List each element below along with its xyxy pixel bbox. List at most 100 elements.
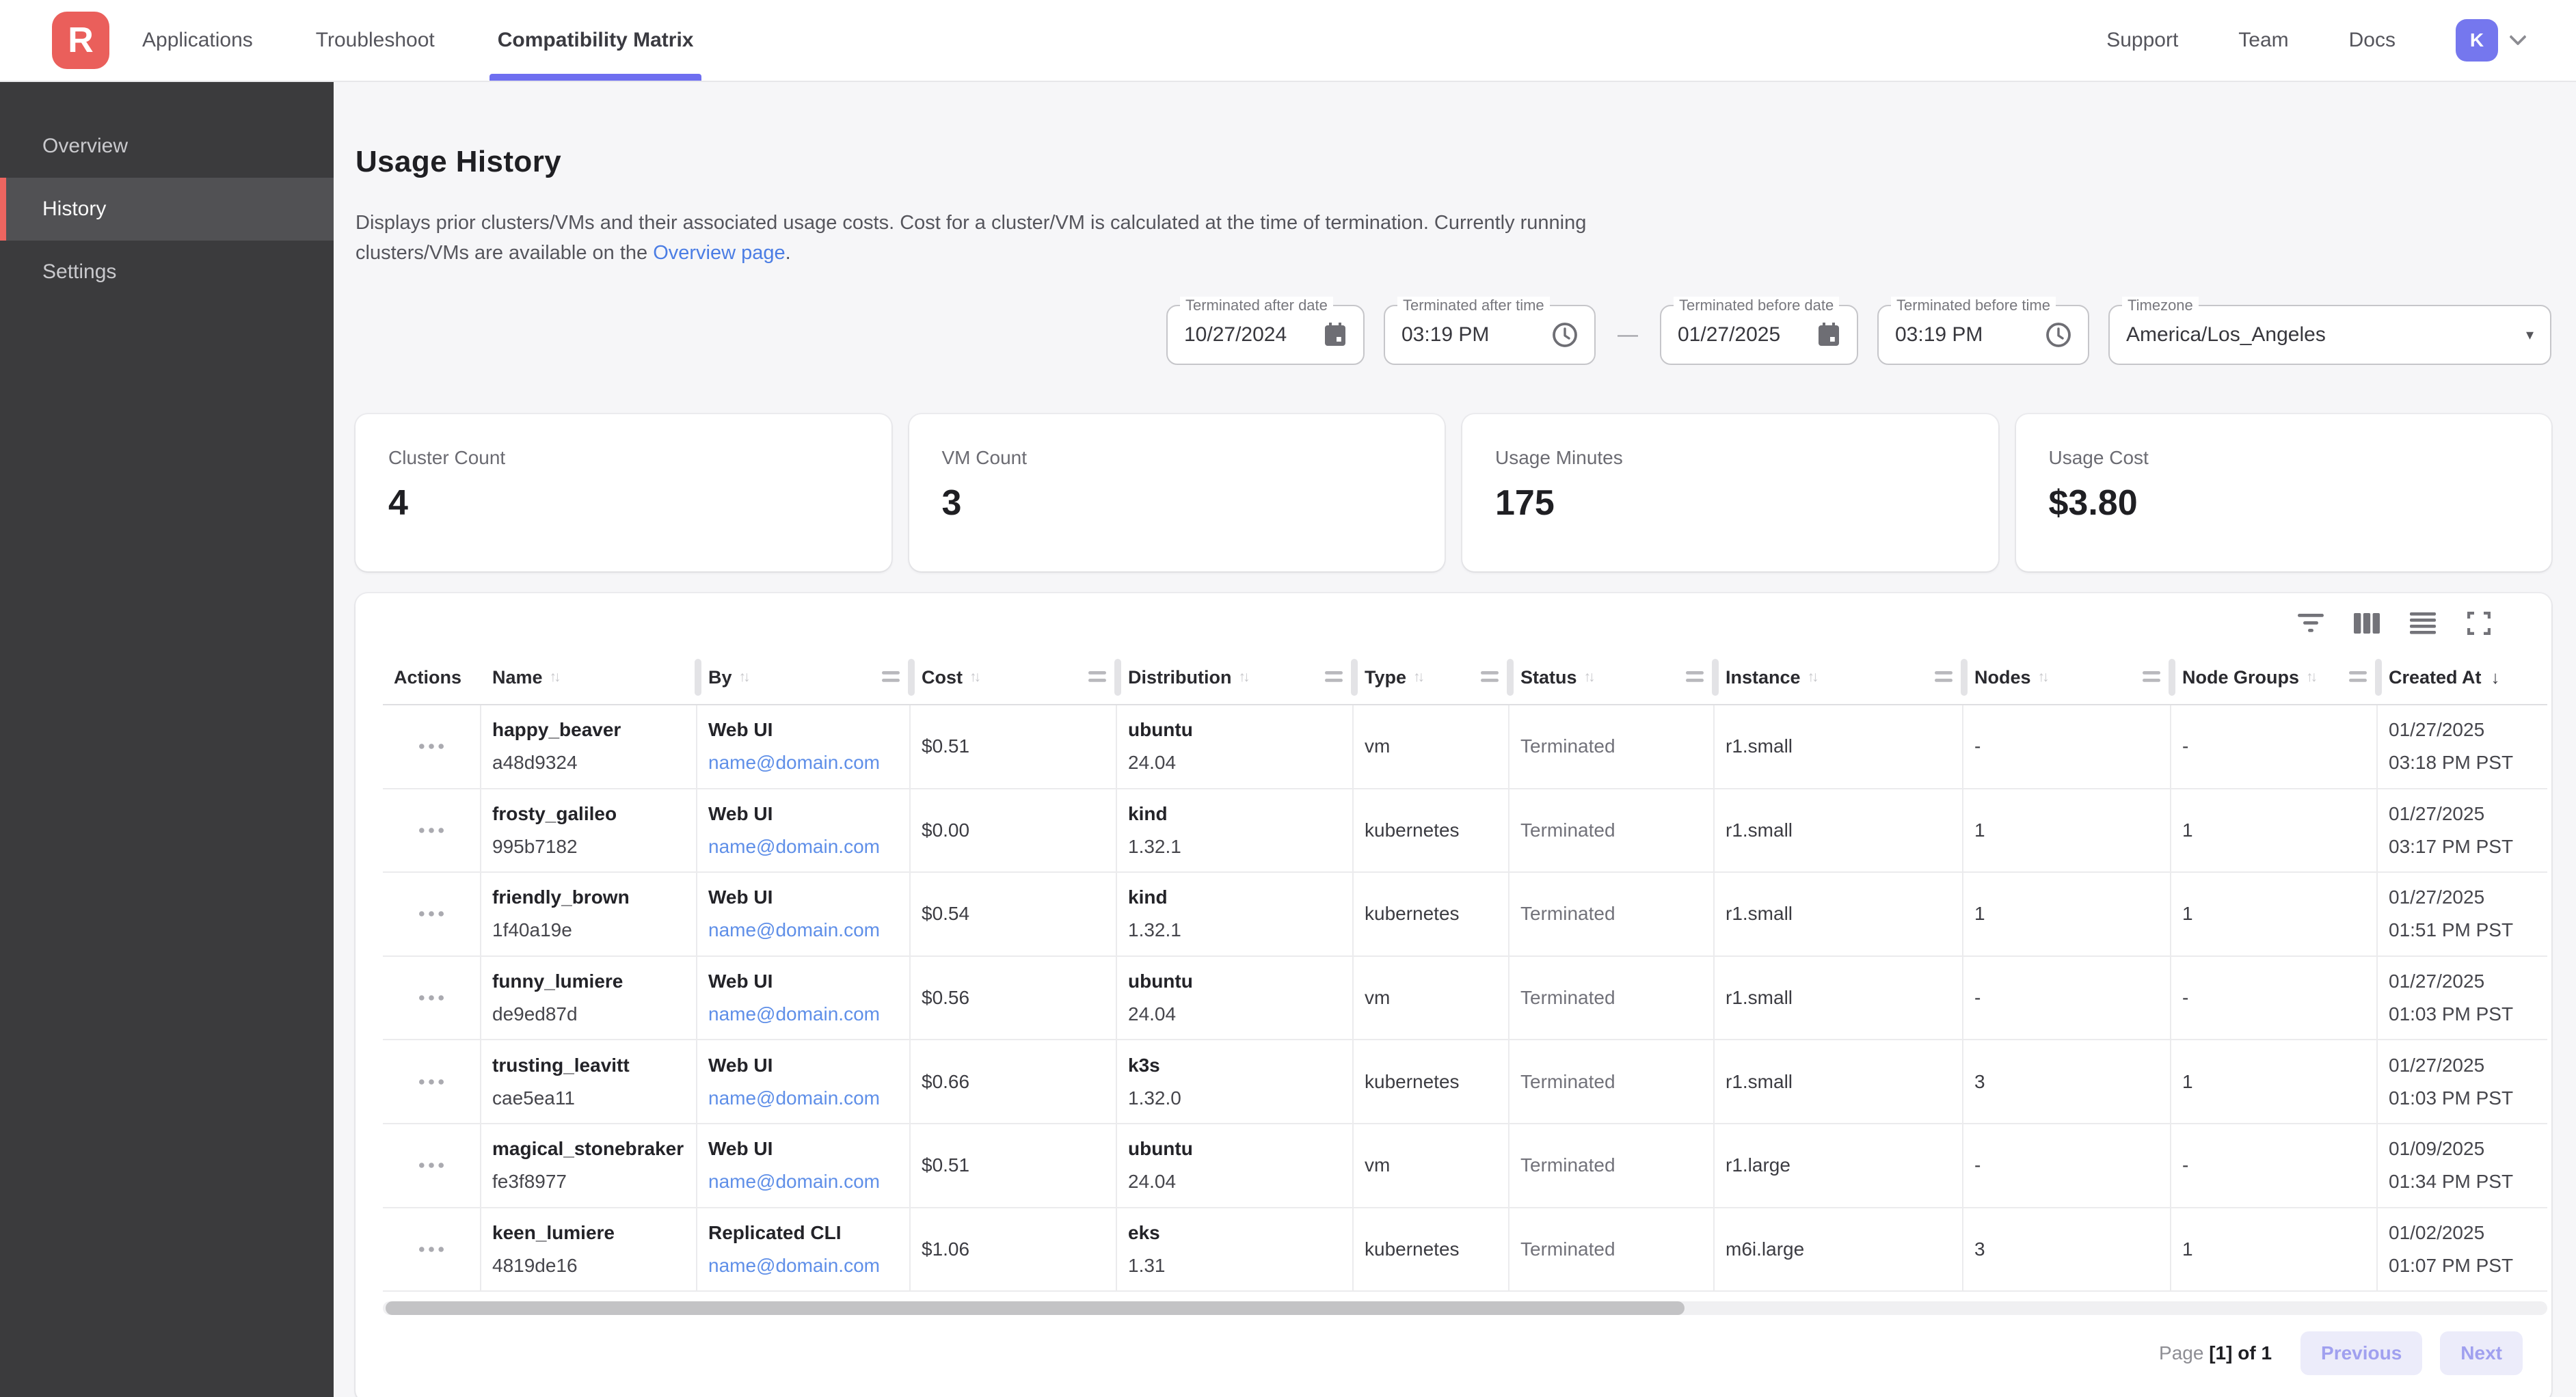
column-header-by[interactable]: By ↑↓ (697, 651, 911, 704)
created-date: 01/02/2025 (2389, 1222, 2547, 1244)
tab-applications[interactable]: Applications (142, 0, 253, 81)
cluster-name: trusting_leavitt (492, 1055, 696, 1076)
sort-icon[interactable]: ↑↓ (2038, 669, 2047, 686)
email-link[interactable]: name@domain.com (708, 752, 909, 774)
usage-table-card: Actions Name ↑↓ By ↑↓ Cost (355, 593, 2551, 1397)
column-header-node-groups[interactable]: Node Groups ↑↓ (2171, 651, 2378, 704)
next-page-button[interactable]: Next (2440, 1331, 2523, 1375)
email-link[interactable]: name@domain.com (708, 836, 909, 858)
type-cell: kubernetes (1354, 1208, 1510, 1291)
sort-icon[interactable]: ↑↓ (739, 669, 748, 686)
drag-handle-icon[interactable] (882, 671, 900, 683)
status-cell: Terminated (1510, 1124, 1715, 1207)
nav-link-support[interactable]: Support (2106, 29, 2178, 52)
row-actions-button[interactable] (413, 1156, 450, 1174)
email-link[interactable]: name@domain.com (708, 1087, 909, 1109)
nav-link-docs[interactable]: Docs (2349, 29, 2396, 52)
node-groups-cell: - (2171, 957, 2378, 1040)
timezone-select[interactable]: Timezone America/Los_Angeles ▾ (2108, 305, 2551, 365)
status-cell: Terminated (1510, 1208, 1715, 1291)
sort-icon[interactable]: ↑↓ (969, 669, 978, 686)
filter-icon[interactable] (2297, 610, 2324, 637)
nodes-cell: 1 (1963, 789, 2171, 872)
terminated-after-time-field[interactable]: Terminated after time 03:19 PM (1384, 305, 1596, 365)
calendar-icon[interactable] (1324, 323, 1347, 347)
sidebar-item-settings[interactable]: Settings (0, 241, 334, 303)
sort-icon[interactable]: ↑↓ (2306, 669, 2315, 686)
field-value: America/Los_Angeles (2126, 323, 2326, 347)
distribution-cell: eks 1.31 (1117, 1208, 1354, 1291)
horizontal-scrollbar[interactable] (383, 1301, 2547, 1315)
clock-icon[interactable] (2045, 322, 2071, 348)
sort-icon[interactable]: ↑↓ (550, 669, 559, 686)
terminated-after-date-field[interactable]: Terminated after date 10/27/2024 (1166, 305, 1365, 365)
drag-handle-icon[interactable] (1325, 671, 1343, 683)
row-actions-button[interactable] (413, 905, 450, 923)
brand[interactable]: R (52, 0, 109, 81)
row-actions-button[interactable] (413, 1240, 450, 1258)
column-header-nodes[interactable]: Nodes ↑↓ (1963, 651, 2171, 704)
table-row: magical_stonebraker fe3f8977 Web UI name… (383, 1124, 2547, 1208)
range-separator: — (1615, 323, 1641, 347)
created-at-cell: 01/27/2025 01:03 PM PST (2378, 1040, 2547, 1123)
column-header-instance[interactable]: Instance ↑↓ (1715, 651, 1963, 704)
cost-cell: $0.56 (911, 957, 1117, 1040)
type-cell: vm (1354, 705, 1510, 788)
type-cell: kubernetes (1354, 873, 1510, 955)
drag-handle-icon[interactable] (1088, 671, 1106, 683)
page-title: Usage History (355, 145, 2551, 179)
sidebar-item-history[interactable]: History (0, 178, 334, 241)
distribution-version: 24.04 (1128, 752, 1352, 774)
tab-compatibility-matrix[interactable]: Compatibility Matrix (498, 0, 694, 81)
column-header-distribution[interactable]: Distribution ↑↓ (1117, 651, 1354, 704)
overview-page-link[interactable]: Overview page (653, 242, 785, 264)
row-actions-button[interactable] (413, 1073, 450, 1091)
type-cell: vm (1354, 1124, 1510, 1207)
drag-handle-icon[interactable] (2349, 671, 2367, 683)
by-cell: Web UI name@domain.com (697, 873, 911, 955)
sort-icon[interactable]: ↑↓ (1238, 669, 1247, 686)
email-link[interactable]: name@domain.com (708, 1171, 909, 1193)
actions-cell (383, 1208, 481, 1291)
email-link[interactable]: name@domain.com (708, 1003, 909, 1025)
created-at-cell: 01/27/2025 03:17 PM PST (2378, 789, 2547, 872)
sort-icon[interactable]: ↑↓ (1808, 669, 1816, 686)
calendar-icon[interactable] (1817, 323, 1840, 347)
drag-handle-icon[interactable] (1935, 671, 1953, 683)
fullscreen-icon[interactable] (2465, 610, 2493, 637)
column-header-status[interactable]: Status ↑↓ (1510, 651, 1715, 704)
stat-usage-minutes: Usage Minutes 175 (1462, 414, 1998, 571)
sidebar-item-overview[interactable]: Overview (0, 115, 334, 178)
nav-link-team[interactable]: Team (2238, 29, 2288, 52)
account-menu[interactable]: K (2456, 19, 2524, 62)
column-header-created-at[interactable]: Created At ↓ (2378, 651, 2547, 704)
row-actions-button[interactable] (413, 989, 450, 1007)
previous-page-button[interactable]: Previous (2300, 1331, 2422, 1375)
email-link[interactable]: name@domain.com (708, 919, 909, 941)
clock-icon[interactable] (1552, 322, 1578, 348)
drag-handle-icon[interactable] (2143, 671, 2160, 683)
columns-icon[interactable] (2353, 610, 2380, 637)
column-header-type[interactable]: Type ↑↓ (1354, 651, 1510, 704)
email-link[interactable]: name@domain.com (708, 1255, 909, 1277)
node-groups-cell: 1 (2171, 789, 2378, 872)
tab-troubleshoot[interactable]: Troubleshoot (316, 0, 435, 81)
distribution-name: ubuntu (1128, 971, 1352, 992)
actions-cell (383, 1124, 481, 1207)
density-icon[interactable] (2409, 610, 2437, 637)
terminated-before-date-field[interactable]: Terminated before date 01/27/2025 (1660, 305, 1858, 365)
row-actions-button[interactable] (413, 737, 450, 755)
sort-desc-icon[interactable]: ↓ (2491, 667, 2500, 688)
row-actions-button[interactable] (413, 822, 450, 839)
drag-handle-icon[interactable] (1686, 671, 1704, 683)
created-by-source: Web UI (708, 971, 909, 992)
column-header-cost[interactable]: Cost ↑↓ (911, 651, 1117, 704)
sort-icon[interactable]: ↑↓ (1584, 669, 1593, 686)
terminated-before-time-field[interactable]: Terminated before time 03:19 PM (1877, 305, 2089, 365)
column-header-name[interactable]: Name ↑↓ (481, 651, 697, 704)
cluster-name: frosty_galileo (492, 803, 696, 825)
sort-icon[interactable]: ↑↓ (1413, 669, 1422, 686)
drag-handle-icon[interactable] (1481, 671, 1499, 683)
created-date: 01/27/2025 (2389, 719, 2547, 741)
scrollbar-thumb[interactable] (386, 1301, 1685, 1315)
